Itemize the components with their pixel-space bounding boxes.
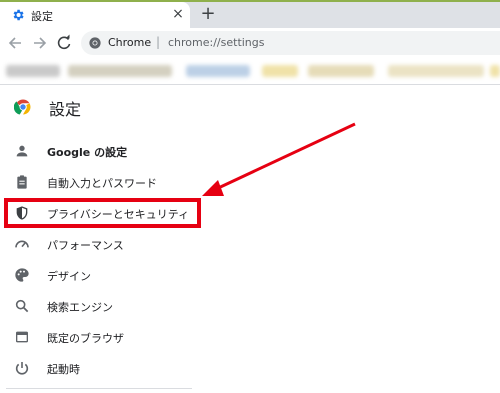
sidebar-item-autofill[interactable]: 自動入力とパスワード <box>0 167 200 198</box>
sidebar-item-label: 既定のブラウザ <box>47 332 124 345</box>
tab-settings[interactable]: 設定 × <box>0 2 190 28</box>
palette-icon <box>15 268 29 282</box>
chrome-site-icon <box>89 37 101 49</box>
address-bar[interactable]: Chrome | chrome://settings <box>81 31 500 55</box>
sidebar-item-label: 検索エンジン <box>47 301 113 314</box>
clipboard-icon <box>17 175 27 189</box>
omnibox-separator: | <box>156 35 161 49</box>
blurred-bookmark[interactable] <box>6 65 60 77</box>
divider <box>6 388 192 389</box>
blurred-bookmark[interactable] <box>68 65 172 77</box>
chrome-window: 設定 × + Chrome | chrome://settings 設定 Goo… <box>0 0 500 393</box>
search-icon <box>15 299 29 313</box>
browser-window-icon <box>16 331 28 343</box>
person-icon <box>16 145 28 157</box>
tab-title: 設定 <box>31 10 53 23</box>
sidebar-item-default-browser[interactable]: 既定のブラウザ <box>0 322 200 353</box>
tab-close-icon[interactable]: × <box>170 5 186 23</box>
blurred-bookmark[interactable] <box>186 65 250 77</box>
bookmarks-bar <box>0 58 500 85</box>
sidebar-item-label: デザイン <box>47 270 91 283</box>
sidebar-item-appearance[interactable]: デザイン <box>0 260 200 291</box>
chrome-logo-icon <box>14 99 31 115</box>
back-icon[interactable] <box>6 33 24 53</box>
sidebar-item-search-engine[interactable]: 検索エンジン <box>0 291 200 322</box>
reload-icon[interactable] <box>55 33 73 53</box>
sidebar-item-label: 自動入力とパスワード <box>47 177 157 190</box>
power-icon <box>15 362 29 375</box>
omnibox-site-name: Chrome <box>108 36 152 49</box>
settings-page-title: 設定 <box>49 100 82 119</box>
sidebar-item-on-startup[interactable]: 起動時 <box>0 353 200 384</box>
blurred-bookmark[interactable] <box>308 65 374 77</box>
sidebar-item-label: パフォーマンス <box>47 239 124 252</box>
blurred-bookmark[interactable] <box>262 65 298 77</box>
tab-strip: 設定 × + <box>0 0 500 28</box>
sidebar-item-label: Google の設定 <box>47 146 128 159</box>
speedometer-icon <box>15 240 29 248</box>
sidebar-item-performance[interactable]: パフォーマンス <box>0 229 200 260</box>
highlight-box <box>4 198 201 228</box>
sidebar-item-label: 起動時 <box>47 363 80 376</box>
blurred-bookmark[interactable] <box>490 65 500 77</box>
new-tab-button[interactable]: + <box>199 3 217 25</box>
forward-icon[interactable] <box>31 33 49 53</box>
blurred-bookmark[interactable] <box>388 65 484 77</box>
sidebar-item-google-settings[interactable]: Google の設定 <box>0 136 200 167</box>
toolbar: Chrome | chrome://settings <box>0 28 500 58</box>
omnibox-url: chrome://settings <box>168 36 265 49</box>
gear-icon <box>13 9 24 21</box>
